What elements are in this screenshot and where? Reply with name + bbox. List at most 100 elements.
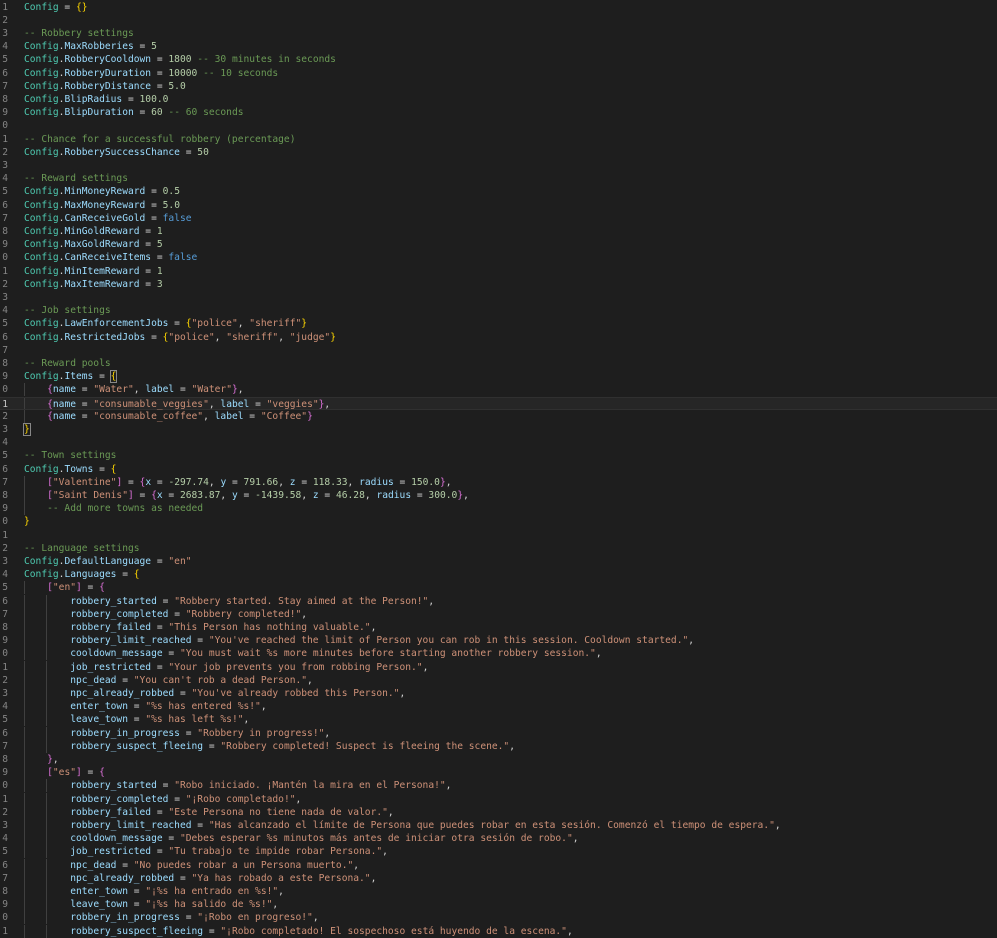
code-line[interactable]: 2	[0, 14, 997, 27]
code-line[interactable]: 7 robbery_suspect_fleeing = "Robbery com…	[0, 739, 997, 753]
code-line[interactable]: 5 job_restricted = "Tu trabajo te impide…	[0, 845, 997, 859]
code-token: "Tu trabajo te impide robar Persona."	[168, 846, 383, 858]
code-line[interactable]: 6 robbery_started = "Robbery started. St…	[0, 594, 997, 608]
code-line[interactable]: 0 Config.CanReceiveItems = false	[0, 251, 997, 264]
code-line[interactable]: 5 leave_town = "%s has left %s!",	[0, 713, 997, 727]
code-line[interactable]: 2 {name = "consumable_coffee", label = "…	[0, 409, 997, 423]
code-line[interactable]: 4 cooldown_message = "Debes esperar %s m…	[0, 832, 997, 846]
code-line[interactable]: 2 -- Language settings	[0, 542, 997, 555]
code-line[interactable]: 3	[0, 159, 997, 172]
code-line[interactable]: 0}	[0, 515, 997, 528]
code-editor[interactable]: 1 Config = {} 2 3 -- Robbery settings 4 Config…	[0, 0, 997, 938]
code-token: =	[139, 265, 157, 277]
code-line[interactable]: 4 enter_town = "%s has entered %s!",	[0, 700, 997, 714]
code-line[interactable]: 4	[0, 436, 997, 449]
line-number: 0	[2, 648, 8, 660]
code-line[interactable]: 6 robbery_in_progress = "Robbery in prog…	[0, 726, 997, 740]
code-line[interactable]: 2 robbery_failed = "Este Persona no tien…	[0, 805, 997, 819]
code-line[interactable]: 2 Config.RobberySuccessChance = 50	[0, 146, 997, 159]
code-line[interactable]: 5 Config.LawEnforcementJobs = {"police", …	[0, 317, 997, 330]
code-line[interactable]: 9 robbery_limit_reached = "You've reache…	[0, 634, 997, 648]
code-line[interactable]: 8 robbery_failed = "This Person has noth…	[0, 620, 997, 635]
code-line[interactable]: 9 Config.MaxGoldReward = 5	[0, 238, 997, 251]
code-line[interactable]: 2 Config.MaxItemReward = 3	[0, 278, 997, 291]
code-token: CanReceiveGold	[64, 212, 146, 224]
code-line[interactable]: 0 cooldown_message = "You must wait %s m…	[0, 647, 997, 661]
code-line[interactable]: 9 leave_town = "¡%s ha salido de %s!",	[0, 898, 997, 912]
code-line[interactable]: 8 enter_town = "¡%s ha entrado en %s!",	[0, 884, 997, 899]
code-line[interactable]: 0	[0, 119, 997, 132]
code-token: BlipDuration	[64, 107, 134, 119]
code-line[interactable]: 1 robbery_suspect_fleeing = "¡Robo compl…	[0, 924, 997, 938]
code-token: "%s has entered %s!"	[145, 701, 261, 713]
code-line[interactable]: 6 Config.RestrictedJobs = {"police", "she…	[0, 331, 997, 344]
code-line[interactable]: 5 -- Town settings	[0, 449, 997, 462]
code-line[interactable]: 9 ["es"] = {	[0, 766, 997, 780]
code-token: robbery_limit_reached	[70, 635, 192, 647]
code-token: "Robbery completed! Suspect is fleeing t…	[220, 740, 510, 752]
code-line[interactable]: 5 Config.RobberyCooldown = 1800 -- 30 min…	[0, 53, 997, 66]
code-text: }	[24, 515, 30, 528]
code-line[interactable]: 7 robbery_completed = "Robbery completed…	[0, 607, 997, 621]
code-line[interactable]: 1 {name = "consumable_veggies", label = …	[0, 396, 997, 410]
code-line[interactable]: 1 Config = {}	[0, 1, 997, 14]
code-line[interactable]: 3 Config.DefaultLanguage = "en"	[0, 555, 997, 568]
code-line[interactable]: 3 robbery_limit_reached = "Has alcanzado…	[0, 818, 997, 833]
code-line[interactable]: 3	[0, 291, 997, 304]
line-number: 6	[2, 331, 8, 343]
code-token: =	[151, 555, 169, 567]
code-line[interactable]: 7 npc_already_robbed = "Ya has robado a …	[0, 871, 997, 885]
code-line[interactable]: 3 npc_already_robbed = "You've already r…	[0, 686, 997, 701]
code-line[interactable]: 9 Config.Items = {	[0, 370, 997, 384]
code-text: -- Town settings	[24, 449, 116, 462]
code-line[interactable]: 0 robbery_in_progress = "¡Robo en progre…	[0, 911, 997, 925]
code-text: Config.CanReceiveGold = false	[24, 212, 192, 225]
code-line[interactable]: 6 Config.RobberyDuration = 10000 -- 10 se…	[0, 67, 997, 80]
code-line[interactable]: 8 Config.BlipRadius = 100.0	[0, 93, 997, 106]
code-line[interactable]: 3}	[0, 422, 997, 436]
code-line[interactable]: 0 {name = "Water", label = "Water"},	[0, 383, 997, 397]
code-line[interactable]: 7 Config.RobberyDistance = 5.0	[0, 80, 997, 93]
line-number: 1	[2, 133, 8, 145]
code-token: radius	[359, 476, 394, 488]
line-number: 3	[2, 555, 8, 567]
code-line[interactable]: 6 Config.Towns = {	[0, 463, 997, 476]
code-line[interactable]: 1 robbery_completed = "¡Robo completado!…	[0, 792, 997, 806]
code-line[interactable]: 4 Config.MaxRobberies = 5	[0, 40, 997, 53]
code-line[interactable]: 4 Config.Languages = {	[0, 568, 997, 581]
code-line[interactable]: 7 Config.CanReceiveGold = false	[0, 212, 997, 225]
code-line[interactable]: 3 -- Robbery settings	[0, 27, 997, 40]
code-line[interactable]: 7 ["Valentine"] = {x = -297.74, y = 791.…	[0, 475, 997, 489]
code-line[interactable]: 2 npc_dead = "You can't rob a dead Perso…	[0, 673, 997, 687]
code-token: -- Robbery settings	[24, 27, 134, 39]
code-token: =	[151, 252, 169, 264]
code-line[interactable]: 1	[0, 529, 997, 542]
code-text: robbery_in_progress = "¡Robo en progreso…	[24, 911, 318, 924]
code-line[interactable]: 1 Config.MinItemReward = 1	[0, 265, 997, 278]
code-token: =	[162, 648, 180, 660]
code-line[interactable]: 1 job_restricted = "Your job prevents yo…	[0, 660, 997, 674]
code-line[interactable]: 8 },	[0, 752, 997, 767]
code-token: 1800	[168, 54, 192, 66]
code-line[interactable]: 8 -- Reward pools	[0, 357, 997, 370]
code-token: cooldown_message	[70, 833, 163, 845]
code-line[interactable]: 5 Config.MinMoneyReward = 0.5	[0, 185, 997, 198]
code-line[interactable]: 7	[0, 344, 997, 357]
code-line[interactable]: 8 Config.MinGoldReward = 1	[0, 225, 997, 238]
code-line[interactable]: 9 Config.BlipDuration = 60 -- 60 seconds	[0, 106, 997, 119]
code-text: npc_dead = "You can't rob a dead Person.…	[24, 674, 313, 687]
code-token: Config	[24, 371, 59, 383]
code-line[interactable]: 4 -- Job settings	[0, 304, 997, 317]
code-line[interactable]: 9 -- Add more towns as needed	[0, 502, 997, 516]
code-line[interactable]: 6 npc_dead = "No puedes robar a un Perso…	[0, 858, 997, 872]
code-line[interactable]: 4 -- Reward settings	[0, 172, 997, 185]
code-line[interactable]: 1 -- Chance for a successful robbery (per…	[0, 133, 997, 146]
line-number: 1	[2, 661, 8, 673]
code-line[interactable]: 0 robbery_started = "Robo iniciado. ¡Man…	[0, 779, 997, 793]
code-line[interactable]: 8 ["Saint Denis"] = {x = 2683.87, y = -1…	[0, 488, 997, 503]
code-line[interactable]: 6 Config.MaxMoneyReward = 5.0	[0, 199, 997, 212]
code-token: Config	[24, 252, 59, 264]
code-line[interactable]: 5 ["en"] = {	[0, 581, 997, 595]
